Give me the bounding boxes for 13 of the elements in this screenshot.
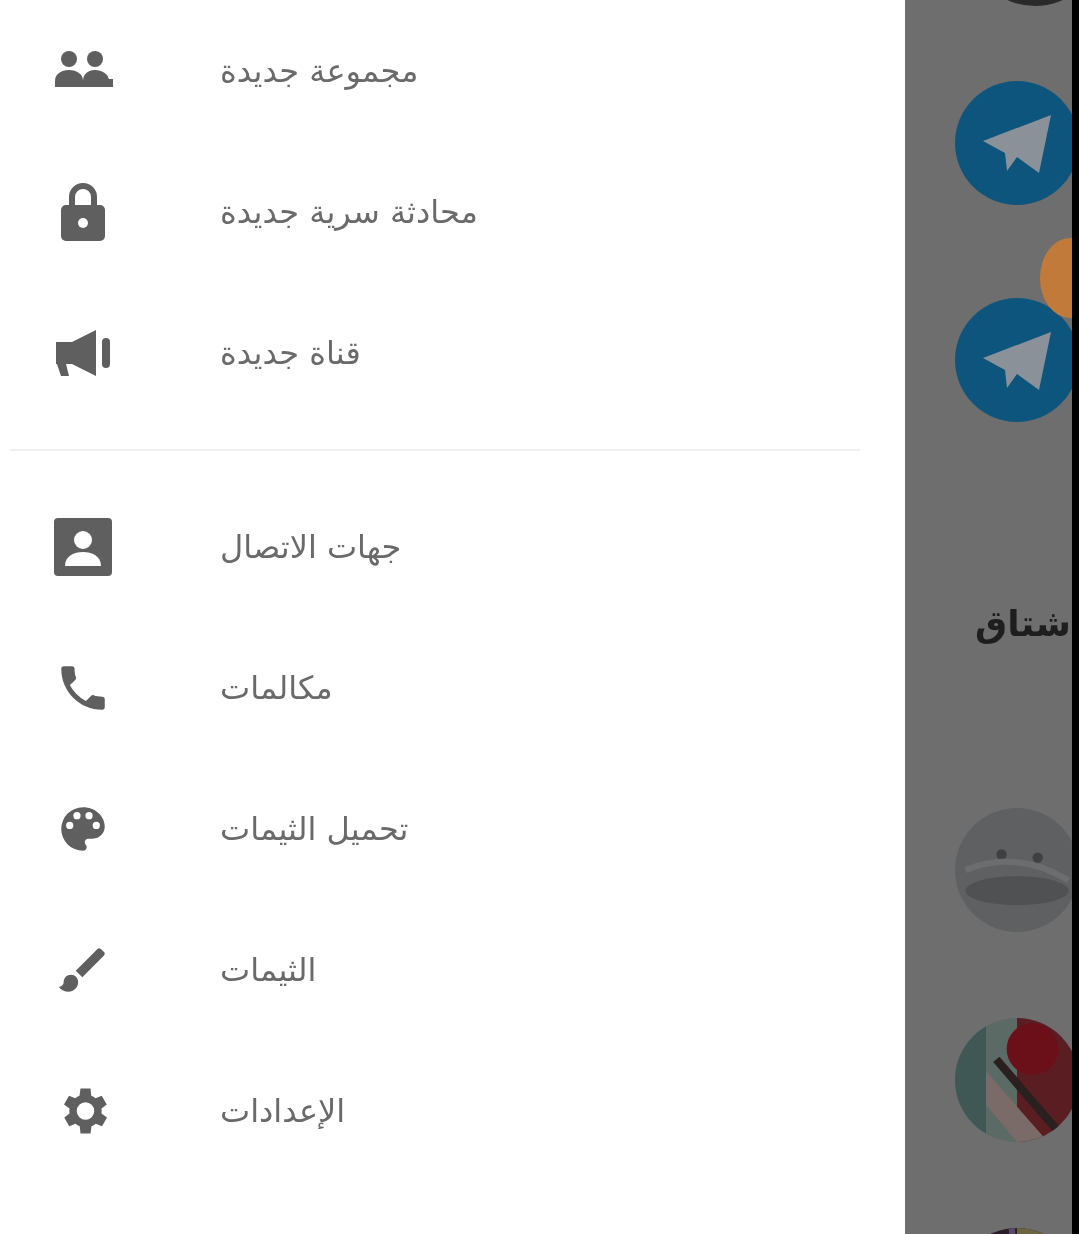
menu-item[interactable]: مجموعة جديدة [0,0,905,141]
menu-item[interactable]: الإعدادات [0,1040,905,1181]
megaphone-icon [54,329,112,376]
menu-item[interactable]: تحميل الثيمات [0,758,905,899]
menu-item[interactable]: مكالمات [0,617,905,758]
menu-item[interactable]: قناة جديدة [0,282,905,423]
menu-item[interactable]: جهات الاتصال [0,476,905,617]
paper-plane-avatar[interactable] [955,298,1072,422]
menu-item[interactable]: الثيمات [0,899,905,1040]
menu-item[interactable]: محادثة سرية جديدة [0,141,905,282]
contact-card-icon [54,517,112,576]
chat-title: شتاق [975,603,1071,646]
paper-plane-avatar[interactable] [955,81,1072,205]
